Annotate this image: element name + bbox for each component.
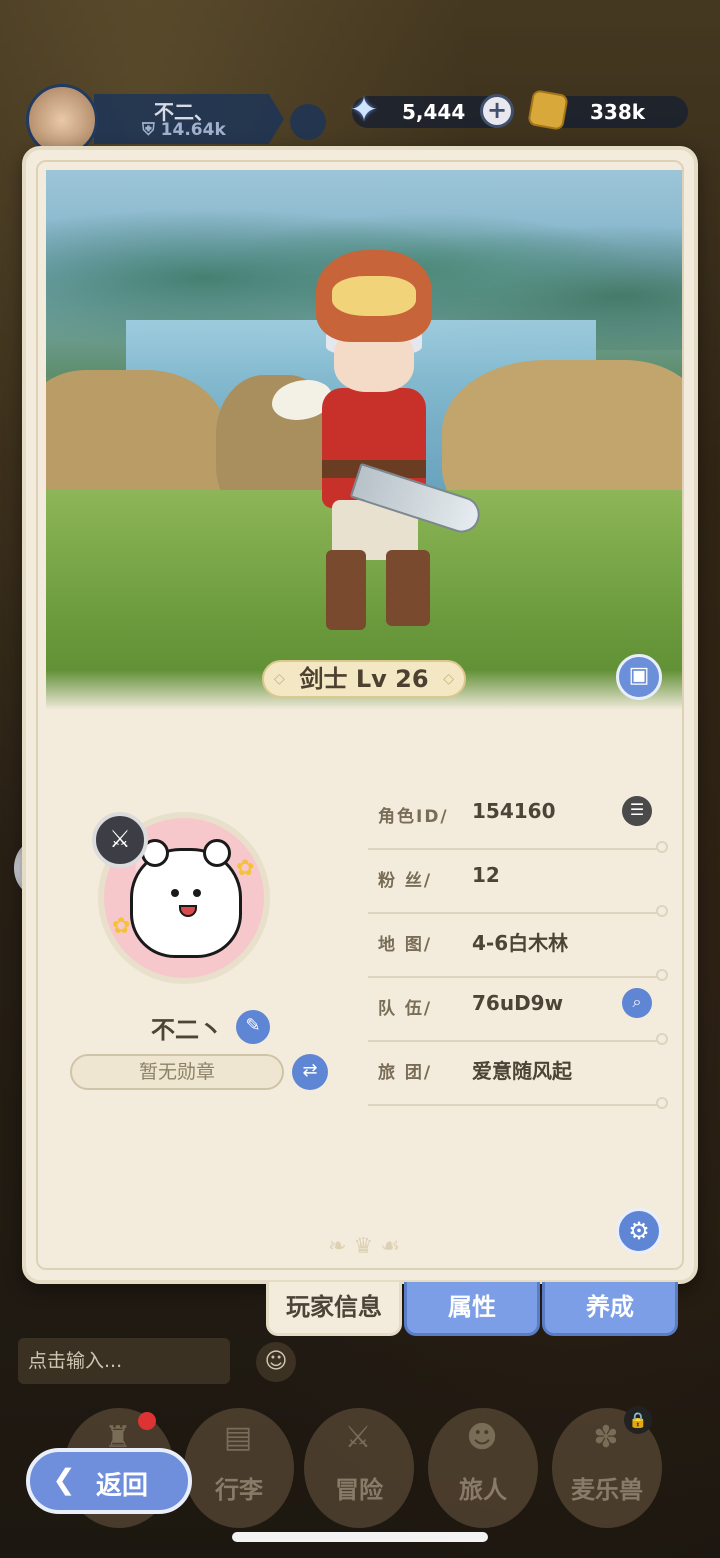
sword-class-icon: ⚔ — [92, 812, 148, 868]
add-gems-button[interactable]: + — [480, 94, 514, 128]
info-value: 4-6白木林 — [472, 931, 569, 955]
pet-icon: ✽ — [593, 1420, 619, 1455]
nav-label: 冒险 — [335, 1476, 383, 1504]
hud-profile[interactable]: 不二、 ⛨ 14.64k — [14, 84, 284, 156]
medal-slot[interactable]: 暂无勋章 — [70, 1054, 284, 1090]
bag-icon: ▤ — [223, 1420, 253, 1455]
nav-label: 旅人 — [459, 1476, 507, 1504]
crossed-swords-icon: ⚔ — [344, 1420, 372, 1455]
tab-development[interactable]: 养成 — [542, 1282, 678, 1336]
character-boot-left — [326, 550, 366, 630]
nav-traveler[interactable]: ☻ 旅人 — [428, 1408, 538, 1528]
info-row-role-id: 角色ID/ 154160 ☰ — [368, 786, 668, 853]
gold-currency: 338k — [527, 89, 688, 131]
nav-adventure[interactable]: ⚔ 冒险 — [304, 1408, 414, 1528]
info-value: 爱意随风起 — [472, 1059, 572, 1083]
player-info-list: 角色ID/ 154160 ☰ 粉 丝/ 12 地 图/ 4-6白木林 队 伍/ … — [368, 786, 668, 1109]
search-team-icon[interactable]: ⌕ — [622, 988, 652, 1018]
class-level-badge: 剑士 Lv 26 — [262, 660, 466, 698]
bear-eye-right — [193, 889, 201, 897]
hud-power-value: 14.64k — [160, 120, 226, 140]
player-name: 不二丶 — [151, 1016, 223, 1044]
info-label: 地 图/ — [378, 935, 433, 955]
emoji-icon[interactable]: ☺ — [256, 1342, 296, 1382]
nav-label: 麦乐兽 — [571, 1476, 643, 1504]
nav-label: 行李 — [215, 1476, 263, 1504]
back-arrow-icon: ❮ — [52, 1463, 76, 1496]
flower-icon: ✿ — [236, 856, 255, 881]
info-label: 队 伍/ — [378, 999, 433, 1019]
bear-eye-left — [171, 889, 179, 897]
info-row-map: 地 图/ 4-6白木林 — [368, 914, 668, 981]
info-row-team: 队 伍/ 76uD9w ⌕ — [368, 978, 668, 1045]
back-label: 返回 — [96, 1471, 149, 1501]
info-row-fans: 粉 丝/ 12 — [368, 850, 668, 917]
tab-attributes[interactable]: 属性 — [404, 1282, 540, 1336]
info-label: 粉 丝/ — [378, 871, 433, 891]
info-value: 12 — [472, 863, 500, 887]
traveler-icon: ☻ — [466, 1420, 498, 1455]
notification-dot — [138, 1412, 156, 1430]
tab-player-info[interactable]: 玩家信息 — [266, 1282, 402, 1336]
info-label: 角色ID/ — [378, 807, 449, 827]
gem-icon: ✦ — [349, 90, 379, 130]
info-value: 76uD9w — [472, 991, 564, 1015]
chat-input[interactable]: 点击输入... — [18, 1338, 230, 1384]
info-row-guild: 旅 团/ 爱意随风起 — [368, 1042, 668, 1109]
lock-icon: 🔒 — [624, 1406, 652, 1434]
card-ornament: ❧ ♛ ☙ — [328, 1234, 400, 1259]
edit-name-button[interactable]: ✎ — [236, 1010, 270, 1044]
character-scene — [46, 170, 682, 710]
gear-icon[interactable]: ⚙ — [616, 1208, 662, 1254]
character-hat-face — [332, 276, 416, 316]
home-indicator[interactable] — [232, 1532, 488, 1542]
info-label: 旅 团/ — [378, 1063, 433, 1083]
gem-value: 5,444 — [402, 100, 466, 124]
character-model[interactable] — [272, 250, 485, 650]
bear-avatar-icon — [130, 839, 242, 958]
gold-icon — [527, 89, 569, 131]
id-card-icon[interactable]: ▣ — [616, 654, 662, 700]
flower-icon: ✿ — [112, 914, 131, 939]
gem-currency: ✦ 5,444 + — [350, 90, 514, 130]
guild-icon[interactable] — [290, 104, 326, 140]
character-boot-right — [386, 550, 430, 626]
gold-value: 338k — [590, 100, 646, 124]
copy-id-icon[interactable]: ☰ — [622, 796, 652, 826]
player-info-card: 剑士 Lv 26 ▣ ✿ ✿ ⚔ 不二丶 ✎ 暂无勋章 ⇄ 角色ID/ 1541… — [22, 146, 698, 1284]
bear-ear-right — [203, 839, 231, 867]
nav-bag[interactable]: ▤ 行李 — [184, 1408, 294, 1528]
hud-power: ⛨ 14.64k — [142, 120, 226, 140]
back-button[interactable]: ❮ 返回 — [26, 1448, 192, 1514]
swap-medal-button[interactable]: ⇄ — [292, 1054, 328, 1090]
bear-mouth — [179, 905, 197, 917]
info-value: 154160 — [472, 799, 556, 823]
